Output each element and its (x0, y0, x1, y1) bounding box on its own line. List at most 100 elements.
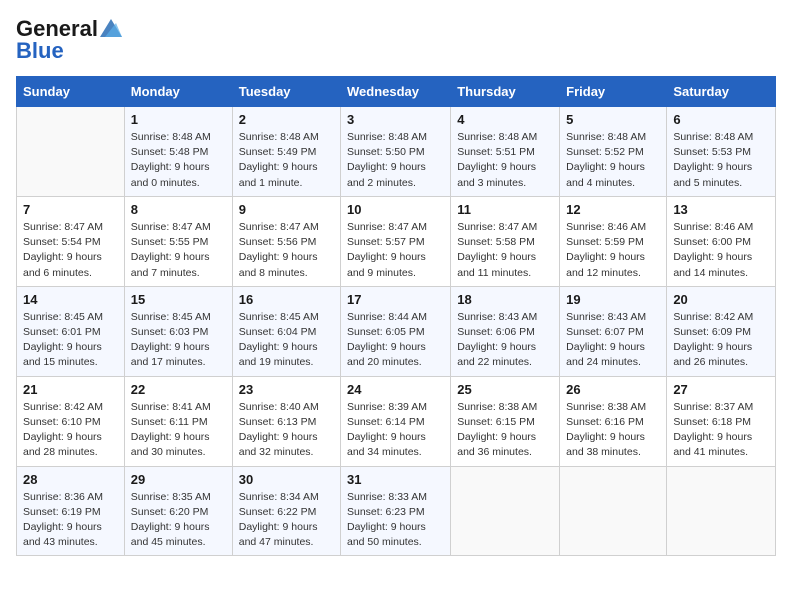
day-number: 14 (23, 292, 118, 307)
calendar-cell: 22Sunrise: 8:41 AMSunset: 6:11 PMDayligh… (124, 376, 232, 466)
day-number: 20 (673, 292, 769, 307)
calendar-cell (560, 466, 667, 556)
day-number: 28 (23, 472, 118, 487)
day-number: 26 (566, 382, 660, 397)
day-info: Sunrise: 8:37 AMSunset: 6:18 PMDaylight:… (673, 400, 769, 461)
calendar-cell: 19 Sunrise: 8:43 AMSunset: 6:07 PMDayligh… (560, 286, 667, 376)
day-number: 13 (673, 202, 769, 217)
day-info: Sunrise: 8:40 AMSunset: 6:13 PMDaylight:… (239, 400, 334, 461)
calendar-cell: 27Sunrise: 8:37 AMSunset: 6:18 PMDayligh… (667, 376, 776, 466)
calendar-cell: 2 Sunrise: 8:48 AMSunset: 5:49 PMDaylight… (232, 107, 340, 197)
calendar-cell: 24 Sunrise: 8:39 AMSunset: 6:14 PMDayligh… (341, 376, 451, 466)
day-number: 18 (457, 292, 553, 307)
calendar-cell: 23 Sunrise: 8:40 AMSunset: 6:13 PMDayligh… (232, 376, 340, 466)
day-info: Sunrise: 8:46 AMSunset: 5:59 PMDaylight:… (566, 220, 660, 281)
weekday-header-monday: Monday (124, 77, 232, 107)
day-info: Sunrise: 8:48 AMSunset: 5:53 PMDaylight:… (673, 130, 769, 191)
calendar-cell: 5 Sunrise: 8:48 AMSunset: 5:52 PMDaylight… (560, 107, 667, 197)
calendar-cell: 20 Sunrise: 8:42 AMSunset: 6:09 PMDayligh… (667, 286, 776, 376)
day-number: 17 (347, 292, 444, 307)
calendar-cell: 11 Sunrise: 8:47 AMSunset: 5:58 PMDayligh… (451, 196, 560, 286)
day-info: Sunrise: 8:45 AMSunset: 6:03 PMDaylight:… (131, 310, 226, 371)
day-number: 1 (131, 112, 226, 127)
day-info: Sunrise: 8:48 AMSunset: 5:50 PMDaylight:… (347, 130, 444, 191)
calendar-cell: 7Sunrise: 8:47 AMSunset: 5:54 PMDaylight… (17, 196, 125, 286)
calendar-cell: 13 Sunrise: 8:46 AMSunset: 6:00 PMDayligh… (667, 196, 776, 286)
weekday-header-saturday: Saturday (667, 77, 776, 107)
day-number: 4 (457, 112, 553, 127)
day-info: Sunrise: 8:48 AMSunset: 5:49 PMDaylight:… (239, 130, 334, 191)
day-number: 7 (23, 202, 118, 217)
logo: General Blue (16, 16, 122, 64)
calendar-cell: 17 Sunrise: 8:44 AMSunset: 6:05 PMDayligh… (341, 286, 451, 376)
day-info: Sunrise: 8:47 AMSunset: 5:56 PMDaylight:… (239, 220, 334, 281)
day-number: 24 (347, 382, 444, 397)
day-info: Sunrise: 8:43 AMSunset: 6:06 PMDaylight:… (457, 310, 553, 371)
day-number: 30 (239, 472, 334, 487)
day-info: Sunrise: 8:47 AMSunset: 5:58 PMDaylight:… (457, 220, 553, 281)
day-number: 19 (566, 292, 660, 307)
day-number: 23 (239, 382, 334, 397)
day-info: Sunrise: 8:48 AMSunset: 5:51 PMDaylight:… (457, 130, 553, 191)
weekday-header-wednesday: Wednesday (341, 77, 451, 107)
calendar-cell: 26 Sunrise: 8:38 AMSunset: 6:16 PMDayligh… (560, 376, 667, 466)
calendar-week-1: 1 Sunrise: 8:48 AMSunset: 5:48 PMDaylight… (17, 107, 776, 197)
calendar-week-2: 7Sunrise: 8:47 AMSunset: 5:54 PMDaylight… (17, 196, 776, 286)
day-number: 25 (457, 382, 553, 397)
calendar-week-3: 14 Sunrise: 8:45 AMSunset: 6:01 PMDayligh… (17, 286, 776, 376)
calendar-cell (17, 107, 125, 197)
logo-text-blue: Blue (16, 38, 64, 64)
day-number: 6 (673, 112, 769, 127)
day-info: Sunrise: 8:44 AMSunset: 6:05 PMDaylight:… (347, 310, 444, 371)
calendar-week-4: 21Sunrise: 8:42 AMSunset: 6:10 PMDayligh… (17, 376, 776, 466)
calendar-cell: 4 Sunrise: 8:48 AMSunset: 5:51 PMDaylight… (451, 107, 560, 197)
calendar-table: SundayMondayTuesdayWednesdayThursdayFrid… (16, 76, 776, 556)
day-info: Sunrise: 8:41 AMSunset: 6:11 PMDaylight:… (131, 400, 226, 461)
day-number: 31 (347, 472, 444, 487)
calendar-cell: 6 Sunrise: 8:48 AMSunset: 5:53 PMDaylight… (667, 107, 776, 197)
weekday-header-tuesday: Tuesday (232, 77, 340, 107)
day-info: Sunrise: 8:45 AMSunset: 6:01 PMDaylight:… (23, 310, 118, 371)
calendar-cell: 29Sunrise: 8:35 AMSunset: 6:20 PMDayligh… (124, 466, 232, 556)
day-info: Sunrise: 8:48 AMSunset: 5:52 PMDaylight:… (566, 130, 660, 191)
calendar-cell: 10 Sunrise: 8:47 AMSunset: 5:57 PMDayligh… (341, 196, 451, 286)
day-number: 10 (347, 202, 444, 217)
calendar-cell: 18 Sunrise: 8:43 AMSunset: 6:06 PMDayligh… (451, 286, 560, 376)
weekday-header-thursday: Thursday (451, 77, 560, 107)
day-number: 15 (131, 292, 226, 307)
calendar-cell: 14 Sunrise: 8:45 AMSunset: 6:01 PMDayligh… (17, 286, 125, 376)
calendar-cell: 28 Sunrise: 8:36 AMSunset: 6:19 PMDayligh… (17, 466, 125, 556)
day-info: Sunrise: 8:33 AMSunset: 6:23 PMDaylight:… (347, 490, 444, 551)
calendar-header: SundayMondayTuesdayWednesdayThursdayFrid… (17, 77, 776, 107)
day-info: Sunrise: 8:42 AMSunset: 6:09 PMDaylight:… (673, 310, 769, 371)
calendar-cell: 31 Sunrise: 8:33 AMSunset: 6:23 PMDayligh… (341, 466, 451, 556)
day-info: Sunrise: 8:34 AMSunset: 6:22 PMDaylight:… (239, 490, 334, 551)
day-number: 9 (239, 202, 334, 217)
calendar-cell: 1 Sunrise: 8:48 AMSunset: 5:48 PMDaylight… (124, 107, 232, 197)
day-info: Sunrise: 8:38 AMSunset: 6:15 PMDaylight:… (457, 400, 553, 461)
calendar-cell: 8 Sunrise: 8:47 AMSunset: 5:55 PMDaylight… (124, 196, 232, 286)
day-number: 2 (239, 112, 334, 127)
day-info: Sunrise: 8:36 AMSunset: 6:19 PMDaylight:… (23, 490, 118, 551)
day-info: Sunrise: 8:42 AMSunset: 6:10 PMDaylight:… (23, 400, 118, 461)
calendar-cell: 30 Sunrise: 8:34 AMSunset: 6:22 PMDayligh… (232, 466, 340, 556)
day-info: Sunrise: 8:47 AMSunset: 5:55 PMDaylight:… (131, 220, 226, 281)
calendar-cell: 15 Sunrise: 8:45 AMSunset: 6:03 PMDayligh… (124, 286, 232, 376)
calendar-cell: 25 Sunrise: 8:38 AMSunset: 6:15 PMDayligh… (451, 376, 560, 466)
day-info: Sunrise: 8:48 AMSunset: 5:48 PMDaylight:… (131, 130, 226, 191)
day-info: Sunrise: 8:47 AMSunset: 5:57 PMDaylight:… (347, 220, 444, 281)
day-info: Sunrise: 8:46 AMSunset: 6:00 PMDaylight:… (673, 220, 769, 281)
calendar-cell: 21Sunrise: 8:42 AMSunset: 6:10 PMDayligh… (17, 376, 125, 466)
logo-icon (100, 19, 122, 37)
day-number: 12 (566, 202, 660, 217)
day-info: Sunrise: 8:39 AMSunset: 6:14 PMDaylight:… (347, 400, 444, 461)
calendar-cell: 9 Sunrise: 8:47 AMSunset: 5:56 PMDaylight… (232, 196, 340, 286)
calendar-cell (667, 466, 776, 556)
day-number: 8 (131, 202, 226, 217)
calendar-cell: 12 Sunrise: 8:46 AMSunset: 5:59 PMDayligh… (560, 196, 667, 286)
day-number: 5 (566, 112, 660, 127)
day-info: Sunrise: 8:38 AMSunset: 6:16 PMDaylight:… (566, 400, 660, 461)
day-info: Sunrise: 8:43 AMSunset: 6:07 PMDaylight:… (566, 310, 660, 371)
day-number: 11 (457, 202, 553, 217)
day-info: Sunrise: 8:45 AMSunset: 6:04 PMDaylight:… (239, 310, 334, 371)
